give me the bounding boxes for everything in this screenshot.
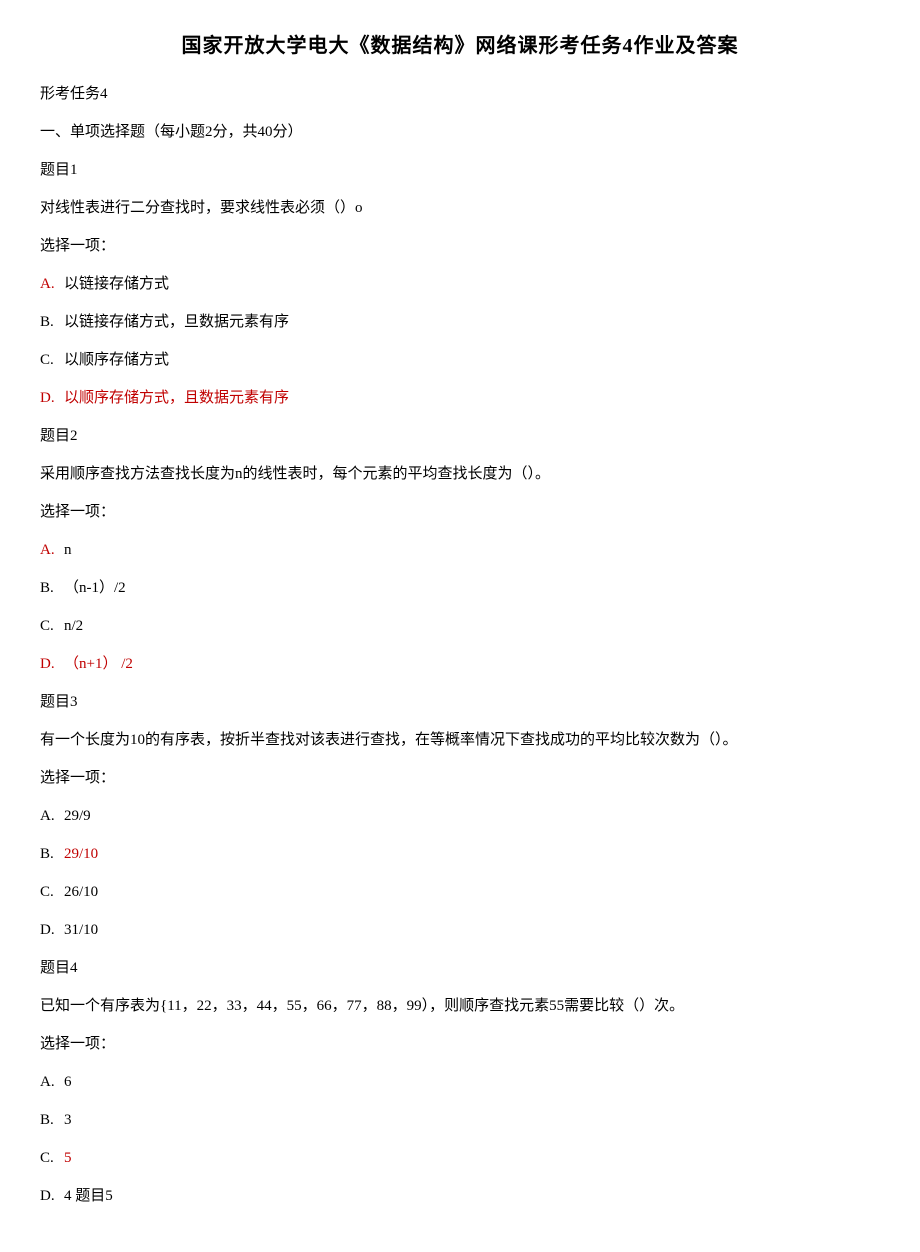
option-c: C.以顺序存储方式 bbox=[40, 348, 880, 372]
question-heading: 题目4 bbox=[40, 956, 880, 980]
question-stem: 有一个长度为10的有序表，按折半查找对该表进行查找，在等概率情况下查找成功的平均… bbox=[40, 728, 880, 752]
option-d: D.4 题目5 bbox=[40, 1184, 880, 1208]
question-prompt: 选择一项： bbox=[40, 766, 880, 790]
question-stem: 对线性表进行二分查找时，要求线性表必须（）o bbox=[40, 196, 880, 220]
option-d: D.（n+1） /2 bbox=[40, 652, 880, 676]
option-a: A.n bbox=[40, 538, 880, 562]
task-label: 形考任务4 bbox=[40, 82, 880, 106]
option-c: C.26/10 bbox=[40, 880, 880, 904]
option-a: A.29/9 bbox=[40, 804, 880, 828]
option-d: D.31/10 bbox=[40, 918, 880, 942]
question-heading: 题目2 bbox=[40, 424, 880, 448]
option-d: D.以顺序存储方式，且数据元素有序 bbox=[40, 386, 880, 410]
option-b: B.3 bbox=[40, 1108, 880, 1132]
question-prompt: 选择一项： bbox=[40, 500, 880, 524]
question-stem: 采用顺序查找方法查找长度为n的线性表时，每个元素的平均查找长度为（）。 bbox=[40, 462, 880, 486]
question-stem: 已知一个有序表为{11，22，33，44，55，66，77，88，99），则顺序… bbox=[40, 994, 880, 1018]
option-c: C.n/2 bbox=[40, 614, 880, 638]
question-heading: 题目1 bbox=[40, 158, 880, 182]
option-a: A.6 bbox=[40, 1070, 880, 1094]
option-a: A.以链接存储方式 bbox=[40, 272, 880, 296]
option-c: C.5 bbox=[40, 1146, 880, 1170]
question-prompt: 选择一项： bbox=[40, 234, 880, 258]
option-b: B.以链接存储方式，旦数据元素有序 bbox=[40, 310, 880, 334]
question-heading: 题目3 bbox=[40, 690, 880, 714]
option-b: B.29/10 bbox=[40, 842, 880, 866]
document-title: 国家开放大学电大《数据结构》网络课形考任务4作业及答案 bbox=[40, 30, 880, 62]
section-title: 一、单项选择题（每小题2分，共40分） bbox=[40, 120, 880, 144]
option-b: B.（n-1）/2 bbox=[40, 576, 880, 600]
question-prompt: 选择一项： bbox=[40, 1032, 880, 1056]
